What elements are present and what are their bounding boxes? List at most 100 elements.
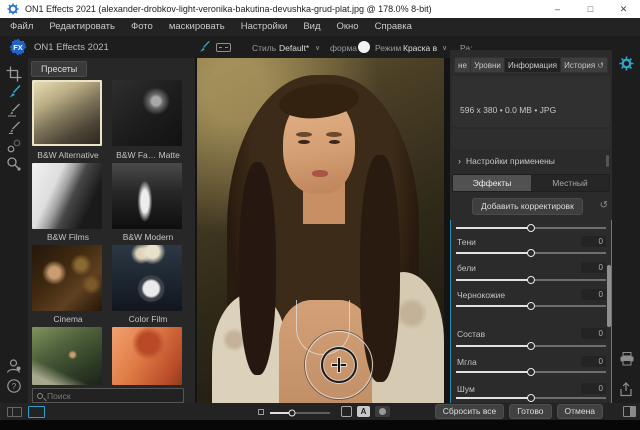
search-icon <box>37 393 43 399</box>
slider-value[interactable]: 0 <box>581 262 606 273</box>
slider-track[interactable] <box>456 252 606 254</box>
tab-levels[interactable]: Уровни <box>471 58 505 72</box>
menu-view[interactable]: Вид <box>295 18 328 36</box>
slider-value[interactable]: 0 <box>581 289 606 300</box>
preset-thumb-bw-faded-matte[interactable] <box>112 80 182 146</box>
done-button[interactable]: Готово <box>509 404 551 419</box>
print-icon[interactable] <box>619 352 635 366</box>
zoom-out-icon[interactable] <box>258 409 264 415</box>
menu-mask[interactable]: маскировать <box>161 18 233 36</box>
slider-track[interactable] <box>456 371 606 373</box>
clone-stamp-tool-icon[interactable] <box>6 138 22 154</box>
search-placeholder: Поиск <box>47 391 71 401</box>
zoom-slider-knob[interactable] <box>288 410 295 417</box>
slider-track[interactable] <box>456 397 606 399</box>
right-panel-toggle-icon[interactable] <box>623 406 636 417</box>
mask-view-icon[interactable] <box>375 406 390 417</box>
reset-icon[interactable]: ↺ <box>600 200 608 211</box>
tab-navigator[interactable]: не <box>455 58 471 72</box>
slider-knob[interactable] <box>527 276 535 284</box>
settings-applied-section[interactable]: › Настройки применены <box>452 152 610 170</box>
slider-value[interactable]: 0 <box>581 383 606 394</box>
mode-value[interactable]: Краска в <box>403 43 437 53</box>
slider-value[interactable]: 0 <box>581 236 606 247</box>
slider-knob[interactable] <box>527 394 535 402</box>
style-value[interactable]: Default* <box>279 43 309 53</box>
close-button[interactable]: ✕ <box>607 0 640 18</box>
slider-track[interactable] <box>456 227 606 229</box>
reset-all-button[interactable]: Сбросить все <box>435 404 505 419</box>
menu-edit[interactable]: Редактировать <box>41 18 123 36</box>
app-window: ON1 Effects 2021 (alexander-drobkov-ligh… <box>0 0 640 430</box>
slider-knob[interactable] <box>527 302 535 310</box>
perfect-eraser-tool-icon[interactable] <box>6 120 22 136</box>
presets-tab[interactable]: Пресеты <box>31 61 87 77</box>
slider-knob[interactable] <box>527 342 535 350</box>
paint-tool-icon[interactable] <box>6 84 22 100</box>
slider-knob[interactable] <box>527 224 535 232</box>
menu-file[interactable]: Файл <box>2 18 41 36</box>
edit-panel-toggle-icon[interactable] <box>28 406 45 418</box>
slider-value[interactable]: 0 <box>581 356 606 367</box>
tab-history[interactable]: История ↺ <box>561 58 607 72</box>
minimize-button[interactable]: – <box>541 0 574 18</box>
preset-label: B&W Alternative <box>28 150 108 160</box>
zoom-slider[interactable] <box>270 412 330 414</box>
preview-original-icon[interactable]: A <box>357 406 370 417</box>
preset-thumb-bw-alternative[interactable] <box>32 80 102 146</box>
tab-local[interactable]: Местный <box>531 175 609 191</box>
account-icon[interactable] <box>6 358 22 374</box>
cancel-button[interactable]: Отмена <box>557 404 604 419</box>
right-rail <box>612 36 640 403</box>
paint-brush-tool-icon[interactable] <box>197 40 211 54</box>
mini-scrollbar <box>606 155 609 167</box>
menu-window[interactable]: Окно <box>329 18 367 36</box>
effects-sliders-panel: Тени 0 бели 0 Чернокожие 0 Состав 0 Мгла <box>450 220 612 403</box>
app-name: ON1 Effects 2021 <box>34 42 109 53</box>
preset-thumb-cinema[interactable] <box>32 245 102 311</box>
preset-thumb-landscape[interactable] <box>32 327 102 385</box>
browse-panel-toggle-icon[interactable] <box>7 407 22 417</box>
mode-chevron-icon[interactable]: ∨ <box>442 44 447 52</box>
retouch-brush-tool-icon[interactable] <box>6 102 22 118</box>
slider-row-texture: Состав 0 <box>451 328 611 340</box>
bottom-bar: A Сбросить все Готово Отмена <box>0 403 640 420</box>
style-label: Стиль <box>252 43 276 53</box>
slider-knob[interactable] <box>527 368 535 376</box>
slider-row-shadows: Тени 0 <box>451 236 611 248</box>
slider-track[interactable] <box>456 305 606 307</box>
brush-shape-preview[interactable] <box>358 41 370 53</box>
export-share-icon[interactable] <box>619 382 633 397</box>
slider-track[interactable] <box>456 279 606 281</box>
preset-thumb-color-film[interactable] <box>112 245 182 311</box>
menu-help[interactable]: Справка <box>367 18 420 36</box>
slider-row-haze: Мгла 0 <box>451 356 611 368</box>
image-info-box: 596 x 380 • 0.0 MB • JPG <box>452 76 610 127</box>
tab-info[interactable]: Информация <box>505 58 561 72</box>
preset-thumb-duotone[interactable] <box>112 327 182 385</box>
history-icon: ↺ <box>597 61 604 70</box>
presets-panel: Пресеты B&W Alternative B&W Fa… Matte B&… <box>28 58 195 403</box>
crop-tool-icon[interactable] <box>6 66 22 82</box>
preset-thumb-bw-films[interactable] <box>32 163 102 229</box>
menu-settings[interactable]: Настройки <box>233 18 296 36</box>
brush-options-icon[interactable] <box>216 43 231 52</box>
maximize-button[interactable]: □ <box>574 0 607 18</box>
effects-scrollbar[interactable] <box>607 265 611 327</box>
add-adjustment-button[interactable]: Добавить корректировк <box>472 198 583 215</box>
view-zoom-tool-icon[interactable] <box>6 156 22 172</box>
compare-icon[interactable] <box>341 406 352 417</box>
photo-canvas[interactable] <box>195 58 450 403</box>
right-panel-tabs: не Уровни Информация История ↺ <box>454 57 608 73</box>
status-bar <box>0 420 640 430</box>
tab-effects[interactable]: Эффекты <box>453 175 531 191</box>
slider-value[interactable]: 0 <box>581 328 606 339</box>
help-icon[interactable]: ? <box>6 378 22 394</box>
settings-gear-icon[interactable] <box>619 56 634 71</box>
preset-search-input[interactable]: Поиск <box>32 388 184 403</box>
slider-track[interactable] <box>456 345 606 347</box>
menu-photo[interactable]: Фото <box>123 18 161 36</box>
style-chevron-icon[interactable]: ∨ <box>315 44 320 52</box>
preset-thumb-bw-modern[interactable] <box>112 163 182 229</box>
slider-knob[interactable] <box>527 249 535 257</box>
